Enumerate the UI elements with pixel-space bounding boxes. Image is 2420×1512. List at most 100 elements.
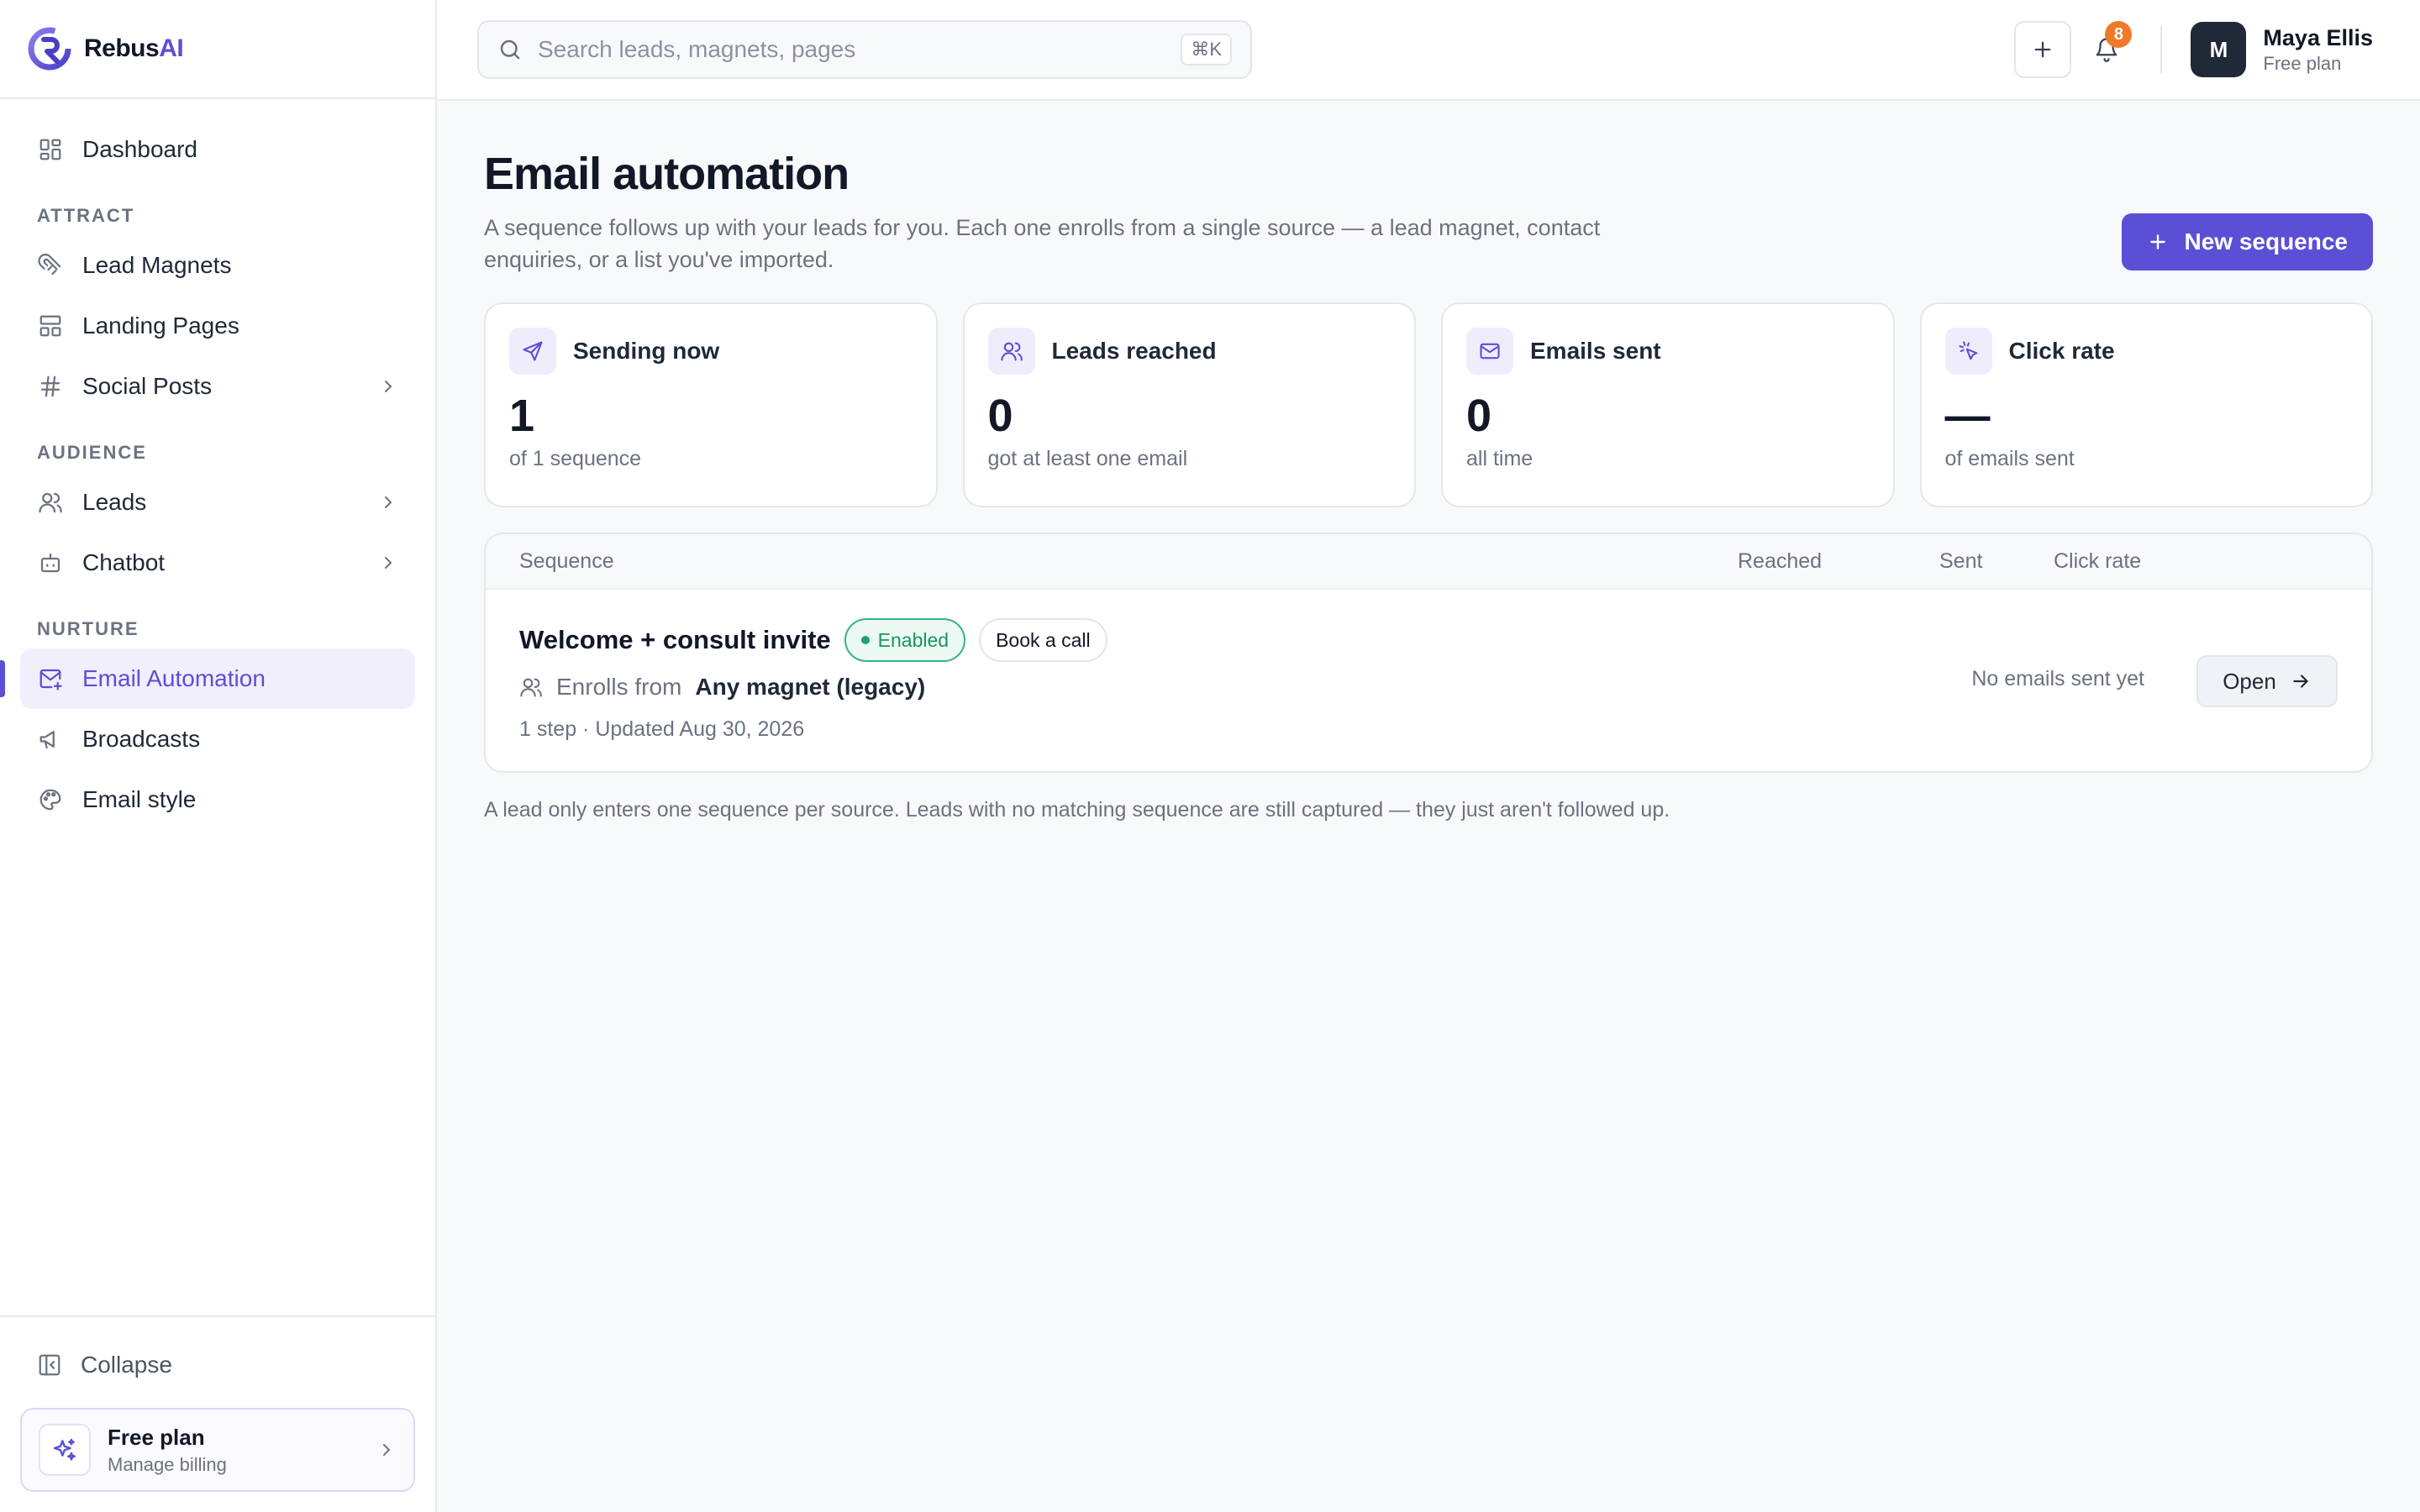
- stat-label: Sending now: [573, 338, 720, 364]
- user-menu[interactable]: Maya Ellis Free plan: [2263, 25, 2373, 75]
- sidebar-item-label: Broadcasts: [82, 726, 201, 752]
- open-label: Open: [2223, 668, 2276, 694]
- sidebar-item-label: Email style: [82, 786, 197, 812]
- page-title: Email automation: [484, 149, 850, 199]
- stat-card-emails-sent: Emails sent 0 all time: [1441, 302, 1895, 507]
- hash-icon: [37, 373, 64, 400]
- sidebar-item-chatbot[interactable]: Chatbot: [20, 533, 415, 593]
- enrollment-source: Any magnet (legacy): [695, 674, 926, 700]
- sequence-source-line: Enrolls from Any magnet (legacy): [519, 674, 925, 701]
- collapse-button[interactable]: Collapse: [20, 1337, 415, 1393]
- status-badge: Enabled: [844, 618, 966, 662]
- plan-title: Free plan: [108, 1424, 205, 1450]
- column-header-click-rate: Click rate: [2054, 549, 2142, 573]
- stat-label: Leads reached: [1051, 338, 1217, 364]
- stat-card-sending-now: Sending now 1 of 1 sequence: [484, 302, 938, 507]
- sidebar-item-label: Chatbot: [82, 549, 166, 575]
- enrolls-prefix: Enrolls from: [556, 674, 682, 700]
- footnote: A lead only enters one sequence per sour…: [484, 798, 1670, 822]
- quick-create-button[interactable]: [2014, 21, 2072, 78]
- sidebar-item-leads[interactable]: Leads: [20, 472, 415, 533]
- chevron-right-icon: [385, 496, 392, 508]
- stat-header: Leads reached: [987, 328, 1392, 375]
- palette-icon: [37, 786, 64, 813]
- column-header-reached: Reached: [1738, 549, 1823, 573]
- sidebar-nav: Dashboard ATTRACT Lead Magnets Landing P…: [0, 99, 435, 1315]
- stat-value: —: [1944, 391, 1991, 441]
- new-sequence-button[interactable]: New sequence: [2122, 213, 2373, 270]
- user-plan: Free plan: [2263, 52, 2342, 74]
- magnet-icon: [37, 252, 64, 279]
- search-input[interactable]: [538, 36, 1166, 63]
- sidebar-item-email-automation[interactable]: Email Automation: [0, 648, 415, 709]
- bot-icon: [37, 549, 64, 576]
- topbar: ⌘K 8 M Maya Ellis Free plan: [437, 0, 2420, 101]
- sidebar: RebusAI Dashboard ATTRACT Lead Magnets L…: [0, 0, 437, 1512]
- page-header: Email automation A sequence follows up w…: [484, 148, 2373, 276]
- dashboard-icon: [37, 136, 64, 163]
- stats-row: Sending now 1 of 1 sequence Leads reache…: [484, 302, 2373, 507]
- sidebar-item-label: Lead Magnets: [82, 252, 232, 278]
- chevron-right-icon: [385, 381, 392, 392]
- collapse-label: Collapse: [81, 1352, 172, 1378]
- stat-subtext: of 1 sequence: [509, 447, 642, 470]
- shortcut-hint: ⌘K: [1181, 34, 1232, 66]
- topbar-actions: 8 M Maya Ellis Free plan: [2014, 21, 2373, 78]
- stat-header: Click rate: [1944, 328, 2349, 375]
- section-label-audience: AUDIENCE: [37, 442, 147, 463]
- plan-info: Free plan Manage billing: [108, 1425, 227, 1476]
- sequence-name[interactable]: Welcome + consult invite: [519, 625, 831, 655]
- stat-subtext: of emails sent: [1944, 447, 2075, 470]
- arrow-right-icon: [2293, 675, 2308, 688]
- plan-card[interactable]: Free plan Manage billing: [20, 1408, 415, 1492]
- sidebar-item-email-style[interactable]: Email style: [20, 769, 415, 830]
- stat-value: 0: [987, 391, 1013, 441]
- plan-subtitle: Manage billing: [108, 1453, 227, 1475]
- column-header-sequence: Sequence: [519, 549, 614, 573]
- brand-name-accent: AI: [159, 34, 184, 62]
- status-dot: [860, 636, 870, 644]
- brand-name-main: Rebus: [84, 34, 160, 62]
- app-root: RebusAI Dashboard ATTRACT Lead Magnets L…: [0, 0, 2420, 1512]
- stat-label: Emails sent: [1530, 338, 1661, 364]
- stat-header: Sending now: [509, 328, 913, 375]
- sparkles-icon: [39, 1424, 91, 1476]
- sidebar-item-label: Email Automation: [82, 665, 266, 691]
- megaphone-icon: [37, 726, 64, 753]
- table-row[interactable]: Welcome + consult invite Enabled Book a …: [486, 590, 2371, 771]
- chevron-right-icon: [385, 557, 392, 569]
- open-sequence-button[interactable]: Open: [2196, 655, 2338, 707]
- sidebar-item-landing-pages[interactable]: Landing Pages: [20, 296, 415, 356]
- stat-subtext: all time: [1466, 447, 1534, 470]
- sequence-summary: No emails sent yet: [1971, 667, 2144, 690]
- sequence-meta: 1 step · Updated Aug 30, 2026: [519, 717, 805, 741]
- new-sequence-label: New sequence: [2184, 228, 2348, 255]
- send-icon: [509, 328, 556, 375]
- sidebar-item-label: Landing Pages: [82, 312, 239, 339]
- stat-card-leads-reached: Leads reached 0 got at least one email: [962, 302, 1416, 507]
- stat-value: 1: [509, 391, 535, 441]
- brand[interactable]: RebusAI: [0, 0, 435, 99]
- plus-icon: [2035, 41, 2051, 58]
- users-icon: [987, 328, 1035, 375]
- users-icon: [37, 489, 64, 516]
- sidebar-item-broadcasts[interactable]: Broadcasts: [20, 709, 415, 769]
- sidebar-item-dashboard[interactable]: Dashboard: [20, 119, 415, 180]
- user-name: Maya Ellis: [2263, 24, 2373, 50]
- sequence-title-line: Welcome + consult invite Enabled Book a …: [519, 618, 1107, 662]
- cursor-click-icon: [1944, 328, 1992, 375]
- notifications-button[interactable]: 8: [2078, 21, 2135, 78]
- plus-icon: [2150, 234, 2166, 249]
- sequence-tag: Book a call: [979, 618, 1107, 662]
- brand-name: RebusAI: [84, 34, 184, 63]
- search-bar[interactable]: ⌘K: [477, 20, 1252, 79]
- page-description: A sequence follows up with your leads fo…: [484, 215, 1601, 272]
- sidebar-item-lead-magnets[interactable]: Lead Magnets: [20, 235, 415, 296]
- mail-plus-icon: [37, 665, 64, 692]
- sidebar-item-social-posts[interactable]: Social Posts: [20, 356, 415, 417]
- users-icon: [520, 678, 542, 697]
- avatar[interactable]: M: [2191, 22, 2247, 77]
- stat-card-click-rate: Click rate — of emails sent: [1919, 302, 2373, 507]
- stat-subtext: got at least one email: [987, 447, 1188, 470]
- search-icon: [500, 39, 520, 60]
